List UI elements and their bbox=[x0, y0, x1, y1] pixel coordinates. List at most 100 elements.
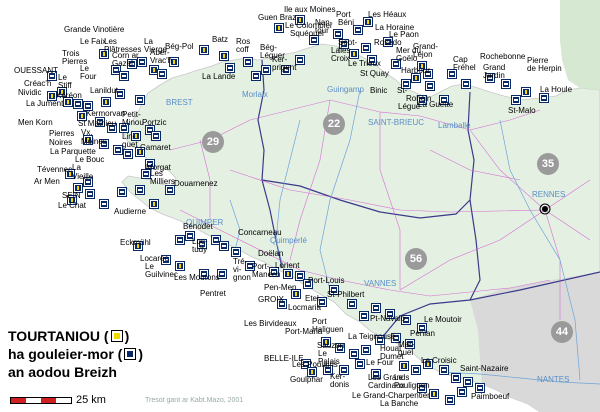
sea-light-icon[interactable] bbox=[361, 43, 371, 53]
lighthouse-icon[interactable] bbox=[363, 17, 373, 27]
place-label: prigent bbox=[272, 63, 297, 72]
place-label: Stiff bbox=[58, 81, 72, 90]
place-label: Port-Maria bbox=[285, 327, 323, 336]
lighthouse-icon[interactable] bbox=[399, 361, 409, 371]
sea-light-icon[interactable] bbox=[457, 387, 467, 397]
place-label: Le Faix bbox=[80, 37, 107, 46]
legend-row-3: an aodou Breizh bbox=[8, 363, 143, 381]
lighthouse-icon[interactable] bbox=[274, 23, 284, 33]
place-label: Etel bbox=[305, 294, 319, 303]
sea-light-icon[interactable] bbox=[333, 29, 343, 39]
sea-light-icon[interactable] bbox=[175, 235, 185, 245]
sea-light-icon[interactable] bbox=[251, 71, 261, 81]
legend-line2-suffix: ) bbox=[138, 346, 144, 362]
place-label: Milliers bbox=[150, 177, 175, 186]
sea-light-icon[interactable] bbox=[151, 131, 161, 141]
sea-light-icon[interactable] bbox=[73, 99, 83, 109]
sea-light-icon[interactable] bbox=[463, 377, 473, 387]
legend-title-prefix: TOURTANIOU ( bbox=[8, 328, 109, 344]
place-label: Nividic bbox=[18, 88, 42, 97]
sea-light-icon bbox=[124, 348, 137, 360]
sea-light-icon[interactable] bbox=[119, 71, 129, 81]
place-label: tudy bbox=[192, 245, 208, 254]
sea-light-icon[interactable] bbox=[353, 25, 363, 35]
lighthouse-icon[interactable] bbox=[101, 97, 111, 107]
lighthouse-icon[interactable] bbox=[199, 45, 209, 55]
sea-light-icon[interactable] bbox=[211, 235, 221, 245]
sea-light-icon[interactable] bbox=[445, 395, 455, 405]
place-label: Manech bbox=[252, 270, 281, 279]
place-label: Pouliguen bbox=[394, 381, 430, 390]
lighthouse-icon[interactable] bbox=[349, 49, 359, 59]
sea-light-icon[interactable] bbox=[85, 189, 95, 199]
place-label: Léjon bbox=[413, 50, 433, 59]
place-label: Pt-Navalo bbox=[370, 314, 406, 323]
place-label: Croix bbox=[331, 54, 350, 63]
sea-light-icon[interactable] bbox=[461, 79, 471, 89]
lighthouse-icon[interactable] bbox=[411, 73, 421, 83]
place-label: Goulphar bbox=[290, 375, 323, 384]
sea-light-icon[interactable] bbox=[123, 149, 133, 159]
place-label: Vrac'h bbox=[150, 56, 173, 65]
lighthouse-icon[interactable] bbox=[175, 261, 185, 271]
sea-light-icon[interactable] bbox=[501, 79, 511, 89]
sea-light-icon[interactable] bbox=[137, 57, 147, 67]
place-label: GROIX bbox=[258, 295, 284, 304]
lighthouse-icon[interactable] bbox=[283, 269, 293, 279]
sea-light-icon[interactable] bbox=[261, 65, 271, 75]
city-morlaix: Morlaix bbox=[242, 90, 268, 99]
city-lamballe: Lamballe bbox=[438, 121, 471, 130]
place-label: Squéouel bbox=[290, 29, 324, 38]
lighthouse-icon[interactable] bbox=[429, 389, 439, 399]
sea-light-icon[interactable] bbox=[371, 303, 381, 313]
place-label: guet bbox=[122, 140, 138, 149]
lighthouse-icon[interactable] bbox=[149, 199, 159, 209]
place-label: Les Moutons bbox=[174, 273, 220, 282]
place-label: Audierne bbox=[114, 207, 147, 216]
sea-light-icon[interactable] bbox=[113, 145, 123, 155]
sea-light-icon[interactable] bbox=[243, 57, 253, 67]
sea-light-icon[interactable] bbox=[219, 241, 229, 251]
lighthouse-icon[interactable] bbox=[149, 65, 159, 75]
sea-light-icon[interactable] bbox=[475, 383, 485, 393]
sea-light-icon[interactable] bbox=[359, 311, 369, 321]
sea-light-icon[interactable] bbox=[225, 63, 235, 73]
sea-light-icon[interactable] bbox=[99, 199, 109, 209]
city-vannes: VANNES bbox=[364, 279, 397, 288]
scale-label: 25 km bbox=[76, 394, 106, 406]
place-label: coff bbox=[236, 45, 249, 54]
sea-light-icon[interactable] bbox=[539, 93, 549, 103]
sea-light-icon[interactable] bbox=[439, 365, 449, 375]
place-label: Camaret bbox=[140, 143, 171, 152]
sea-light-icon[interactable] bbox=[165, 185, 175, 195]
place-label: La Houle bbox=[540, 85, 573, 94]
sea-light-icon[interactable] bbox=[135, 95, 145, 105]
sea-light-icon[interactable] bbox=[295, 55, 305, 65]
place-label: Lorient bbox=[275, 261, 300, 270]
sea-light-icon[interactable] bbox=[349, 349, 359, 359]
place-label: Port-Louis bbox=[308, 276, 345, 285]
department-22: 22 bbox=[323, 113, 345, 135]
sea-light-icon[interactable] bbox=[231, 247, 241, 257]
lighthouse-icon[interactable] bbox=[521, 87, 531, 97]
place-label: Vieille bbox=[72, 172, 94, 181]
sea-light-icon[interactable] bbox=[361, 345, 371, 355]
sea-light-icon[interactable] bbox=[451, 373, 461, 383]
sea-light-icon[interactable] bbox=[411, 365, 421, 375]
lighthouse-icon[interactable] bbox=[219, 51, 229, 61]
sea-light-icon[interactable] bbox=[157, 69, 167, 79]
place-label: Palais bbox=[318, 357, 340, 366]
sea-light-icon[interactable] bbox=[347, 299, 357, 309]
sea-light-icon[interactable] bbox=[355, 359, 365, 369]
sea-light-icon[interactable] bbox=[117, 187, 127, 197]
sea-light-icon[interactable] bbox=[511, 95, 521, 105]
sea-light-icon[interactable] bbox=[295, 271, 305, 281]
map-credit: Tresot gant ar Kabt.Mazo, 2001 bbox=[145, 397, 244, 404]
place-label: SEIN bbox=[62, 191, 81, 200]
sea-light-icon[interactable] bbox=[425, 81, 435, 91]
sea-light-icon[interactable] bbox=[135, 185, 145, 195]
place-label: Concarneau bbox=[238, 228, 282, 237]
place-label: OUESSANT bbox=[14, 66, 59, 75]
place-label: Guilvinec bbox=[145, 270, 178, 279]
place-label: Fréhel bbox=[453, 63, 476, 72]
